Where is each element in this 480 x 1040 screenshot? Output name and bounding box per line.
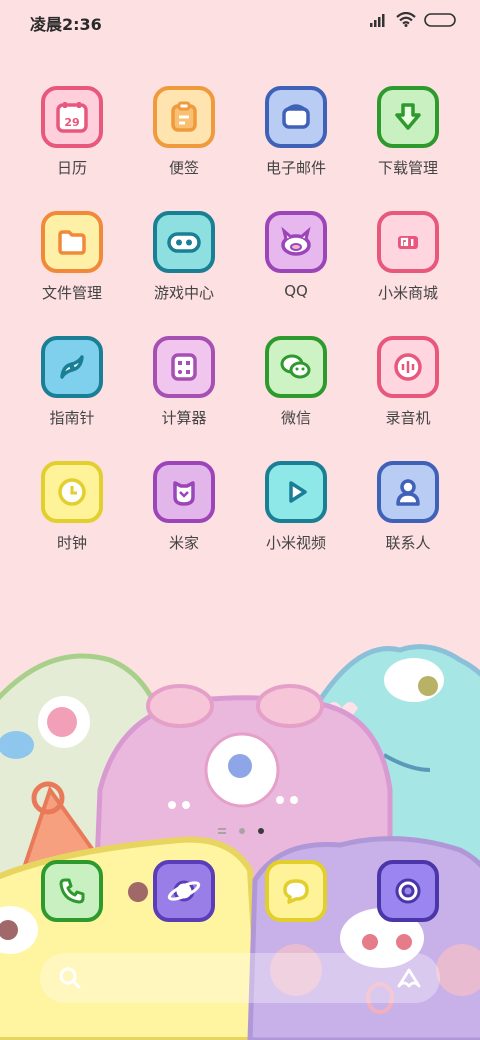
battery-icon: [424, 12, 456, 27]
dock-messages[interactable]: [240, 860, 352, 924]
app-label: 小米商城: [377, 284, 438, 302]
app-mijia[interactable]: 米家: [128, 461, 240, 586]
app-label: 时钟: [56, 534, 87, 552]
wifi-icon: [396, 12, 416, 27]
status-icons: [370, 12, 456, 27]
app-label: 文件管理: [41, 284, 102, 302]
mijia-icon: [153, 461, 215, 523]
app-label: 录音机: [385, 409, 431, 427]
compass-icon: [41, 336, 103, 398]
page-dot-active: [258, 828, 264, 834]
app-qq[interactable]: QQ: [240, 211, 352, 336]
qq-icon: [265, 211, 327, 273]
app-contacts[interactable]: 联系人: [352, 461, 464, 586]
app-email[interactable]: 电子邮件: [240, 86, 352, 211]
phone-icon: [41, 860, 103, 922]
dock-camera[interactable]: [352, 860, 464, 924]
page-dot-minus-one: [218, 828, 226, 834]
app-mi-video[interactable]: 小米视频: [240, 461, 352, 586]
wechat-icon: [265, 336, 327, 398]
app-compass[interactable]: 指南针: [16, 336, 128, 461]
app-label: 微信: [280, 409, 311, 427]
calendar-icon: 29: [41, 86, 103, 148]
messages-icon: [265, 860, 327, 922]
app-label: 计算器: [161, 409, 207, 427]
mi-store-icon: [377, 211, 439, 273]
app-calculator[interactable]: 计算器: [128, 336, 240, 461]
app-grid: 29 日历 便签 电子邮件 下载管理 文件管理 游戏中心 QQ 小米商城 指南针…: [16, 86, 464, 586]
assistant-icon[interactable]: [396, 966, 422, 990]
search-icon: [59, 967, 81, 989]
app-label: 小米视频: [265, 534, 326, 552]
status-bar: 凌晨2:36: [0, 0, 480, 44]
app-clock[interactable]: 时钟: [16, 461, 128, 586]
gamepad-icon: [153, 211, 215, 273]
app-notes[interactable]: 便签: [128, 86, 240, 211]
app-label: 便签: [168, 159, 199, 177]
app-recorder[interactable]: 录音机: [352, 336, 464, 461]
browser-icon: [153, 860, 215, 922]
dock: [16, 860, 464, 924]
svg-text:29: 29: [64, 116, 79, 129]
download-icon: [377, 86, 439, 148]
signal-icon: [370, 13, 385, 27]
app-label: 游戏中心: [153, 284, 214, 302]
camera-icon: [377, 860, 439, 922]
video-icon: [265, 461, 327, 523]
status-time: 凌晨2:36: [30, 15, 102, 34]
dock-browser[interactable]: [128, 860, 240, 924]
app-label: QQ: [284, 282, 308, 300]
app-calendar[interactable]: 29 日历: [16, 86, 128, 211]
calculator-icon: [153, 336, 215, 398]
email-icon: [265, 86, 327, 148]
page-dot: [239, 828, 245, 834]
app-label: 联系人: [385, 534, 431, 552]
app-mi-store[interactable]: 小米商城: [352, 211, 464, 336]
recorder-icon: [377, 336, 439, 398]
page-indicator[interactable]: [218, 825, 264, 837]
app-game-center[interactable]: 游戏中心: [128, 211, 240, 336]
notes-icon: [153, 86, 215, 148]
app-label: 下载管理: [377, 159, 438, 177]
app-label: 电子邮件: [265, 159, 326, 177]
app-label: 指南针: [49, 409, 95, 427]
app-wechat[interactable]: 微信: [240, 336, 352, 461]
app-downloads[interactable]: 下载管理: [352, 86, 464, 211]
contacts-icon: [377, 461, 439, 523]
search-bar[interactable]: [40, 953, 440, 1003]
app-label: 米家: [168, 534, 199, 552]
dock-phone[interactable]: [16, 860, 128, 924]
clock-icon: [41, 461, 103, 523]
app-file-manager[interactable]: 文件管理: [16, 211, 128, 336]
folder-icon: [41, 211, 103, 273]
app-label: 日历: [56, 159, 87, 177]
